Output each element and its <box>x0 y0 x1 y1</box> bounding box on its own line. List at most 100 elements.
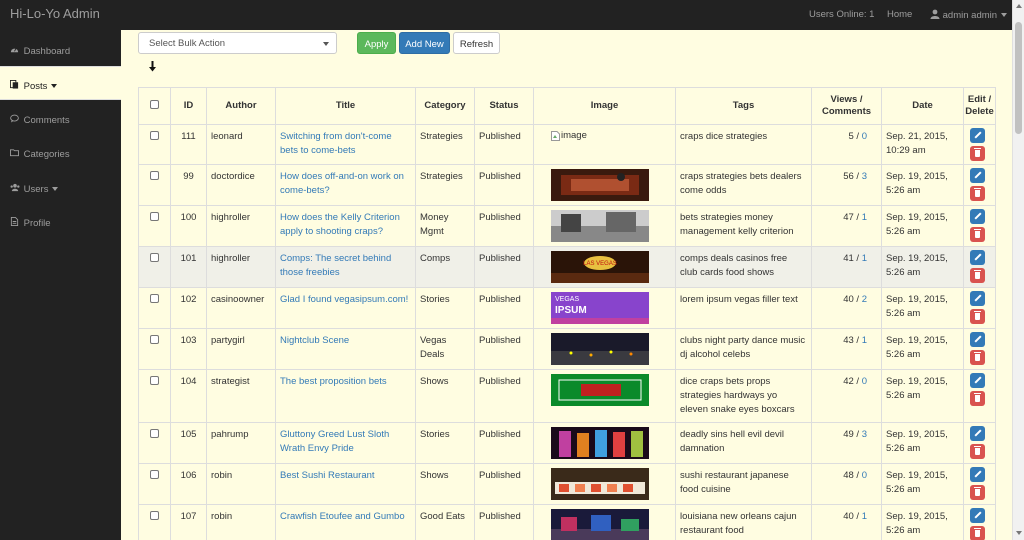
row-checkbox[interactable] <box>150 429 159 438</box>
delete-button[interactable] <box>970 146 985 161</box>
post-title-link[interactable]: Glad I found vegasipsum.com! <box>280 294 408 305</box>
delete-button[interactable] <box>970 526 985 540</box>
bulk-action-select[interactable]: Select Bulk Action <box>138 32 337 54</box>
edit-button[interactable] <box>970 128 985 143</box>
comments-count-link[interactable]: 1 <box>862 212 867 223</box>
comments-count-link[interactable]: 1 <box>862 335 867 346</box>
title-cell: How does off-and-on work on come-bets? <box>275 164 416 206</box>
post-title-link[interactable]: Best Sushi Restaurant <box>280 470 375 481</box>
brand-link[interactable]: Hi-Lo-Yo Admin <box>10 6 100 21</box>
row-checkbox[interactable] <box>150 171 159 180</box>
row-checkbox[interactable] <box>150 294 159 303</box>
home-link[interactable]: Home <box>887 9 912 20</box>
actions-cell <box>963 205 996 247</box>
table-row: 111 leonard Switching from don't-come bets… <box>138 124 996 165</box>
image-cell <box>533 205 676 247</box>
refresh-button[interactable]: Refresh <box>453 32 500 54</box>
tags-cell: comps deals casinos free club cards food… <box>675 246 812 288</box>
comments-count-link[interactable]: 2 <box>862 294 867 305</box>
column-header[interactable]: Views / Comments <box>811 87 882 125</box>
row-checkbox[interactable] <box>150 335 159 344</box>
column-header[interactable]: Date <box>881 87 964 125</box>
edit-button[interactable] <box>970 209 985 224</box>
delete-button[interactable] <box>970 444 985 459</box>
user-name: admin admin <box>942 10 998 21</box>
row-checkbox[interactable] <box>150 470 159 479</box>
column-header[interactable]: Title <box>275 87 416 125</box>
post-title-link[interactable]: Crawfish Etoufee and Gumbo <box>280 511 405 522</box>
post-thumbnail: VEGAS IPSUM <box>551 292 649 324</box>
actions-cell <box>963 463 996 505</box>
chevron-down-icon <box>1001 13 1008 18</box>
status-cell: Published <box>474 504 534 540</box>
edit-button[interactable] <box>970 291 985 306</box>
comments-count-link[interactable]: 1 <box>862 511 867 522</box>
date-cell: Sep. 19, 2015, 5:26 am <box>881 164 964 206</box>
edit-button[interactable] <box>970 508 985 523</box>
id-cell: 111 <box>170 124 207 165</box>
sidebar-item-categories[interactable]: Categories <box>0 135 121 169</box>
trash-icon <box>974 528 981 537</box>
edit-button[interactable] <box>970 332 985 347</box>
edit-button[interactable] <box>970 467 985 482</box>
views-count: 5 <box>848 131 854 142</box>
comments-count-link[interactable]: 3 <box>862 171 867 182</box>
row-checkbox[interactable] <box>150 131 159 140</box>
row-checkbox[interactable] <box>150 212 159 221</box>
post-title-link[interactable]: The best proposition bets <box>280 376 387 387</box>
comments-count-link[interactable]: 3 <box>862 429 867 440</box>
post-title-link[interactable]: How does off-and-on work on come-bets? <box>280 171 404 196</box>
user-menu[interactable]: admin admin <box>930 9 1008 21</box>
delete-button[interactable] <box>970 350 985 365</box>
comments-count-link[interactable]: 0 <box>862 376 867 387</box>
post-title-link[interactable]: Switching from don't-come bets to come-b… <box>280 131 392 156</box>
post-title-link[interactable]: How does the Kelly Criterion apply to sh… <box>280 212 400 237</box>
delete-button[interactable] <box>970 485 985 500</box>
views-comments-cell: 41 / 1 <box>811 246 882 288</box>
scroll-down-icon[interactable] <box>1016 531 1022 535</box>
edit-button[interactable] <box>970 373 985 388</box>
sidebar-item-posts[interactable]: Posts <box>0 66 121 100</box>
edit-button[interactable] <box>970 168 985 183</box>
vertical-scrollbar[interactable] <box>1012 0 1024 540</box>
delete-button[interactable] <box>970 391 985 406</box>
category-cell: Money Mgmt <box>415 205 475 247</box>
row-checkbox[interactable] <box>150 511 159 520</box>
sidebar-item-label: Comments <box>23 115 70 126</box>
table-row: 103 partygirl Nightclub Scene Vegas Deals Pu… <box>138 328 996 370</box>
delete-button[interactable] <box>970 268 985 283</box>
select-cell <box>138 124 171 165</box>
select-all-checkbox[interactable] <box>150 100 159 109</box>
delete-button[interactable] <box>970 309 985 324</box>
comments-count-link[interactable]: 0 <box>862 470 867 481</box>
sidebar-item-users[interactable]: Users <box>0 170 121 204</box>
post-title-link[interactable]: Comps: The secret behind those freebies <box>280 253 391 278</box>
sidebar-item-dashboard[interactable]: Dashboard <box>0 32 121 66</box>
views-count: 42 <box>843 376 854 387</box>
row-checkbox[interactable] <box>150 253 159 262</box>
apply-button[interactable]: Apply <box>357 32 396 54</box>
scrollbar-thumb[interactable] <box>1015 22 1022 134</box>
edit-button[interactable] <box>970 426 985 441</box>
row-checkbox[interactable] <box>150 376 159 385</box>
sidebar-item-profile[interactable]: Profile <box>0 204 121 238</box>
comments-count-link[interactable]: 0 <box>862 131 867 142</box>
column-header[interactable]: ID <box>170 87 207 125</box>
category-cell: Good Eats <box>415 504 475 540</box>
edit-button[interactable] <box>970 250 985 265</box>
delete-button[interactable] <box>970 186 985 201</box>
scroll-up-icon[interactable] <box>1016 4 1022 8</box>
column-header[interactable]: Category <box>415 87 475 125</box>
post-title-link[interactable]: Gluttony Greed Lust Sloth Wrath Envy Pri… <box>280 429 389 454</box>
comments-count-link[interactable]: 1 <box>862 253 867 264</box>
column-header[interactable]: Status <box>474 87 534 125</box>
arrow-down-icon[interactable] <box>148 61 157 72</box>
category-cell: Strategies <box>415 124 475 165</box>
delete-button[interactable] <box>970 227 985 242</box>
pencil-icon <box>974 294 982 302</box>
sidebar-item-comments[interactable]: Comments <box>0 101 121 135</box>
post-title-link[interactable]: Nightclub Scene <box>280 335 349 346</box>
post-thumbnail <box>551 427 649 459</box>
column-header[interactable]: Author <box>206 87 276 125</box>
add-new-button[interactable]: Add New <box>399 32 450 54</box>
